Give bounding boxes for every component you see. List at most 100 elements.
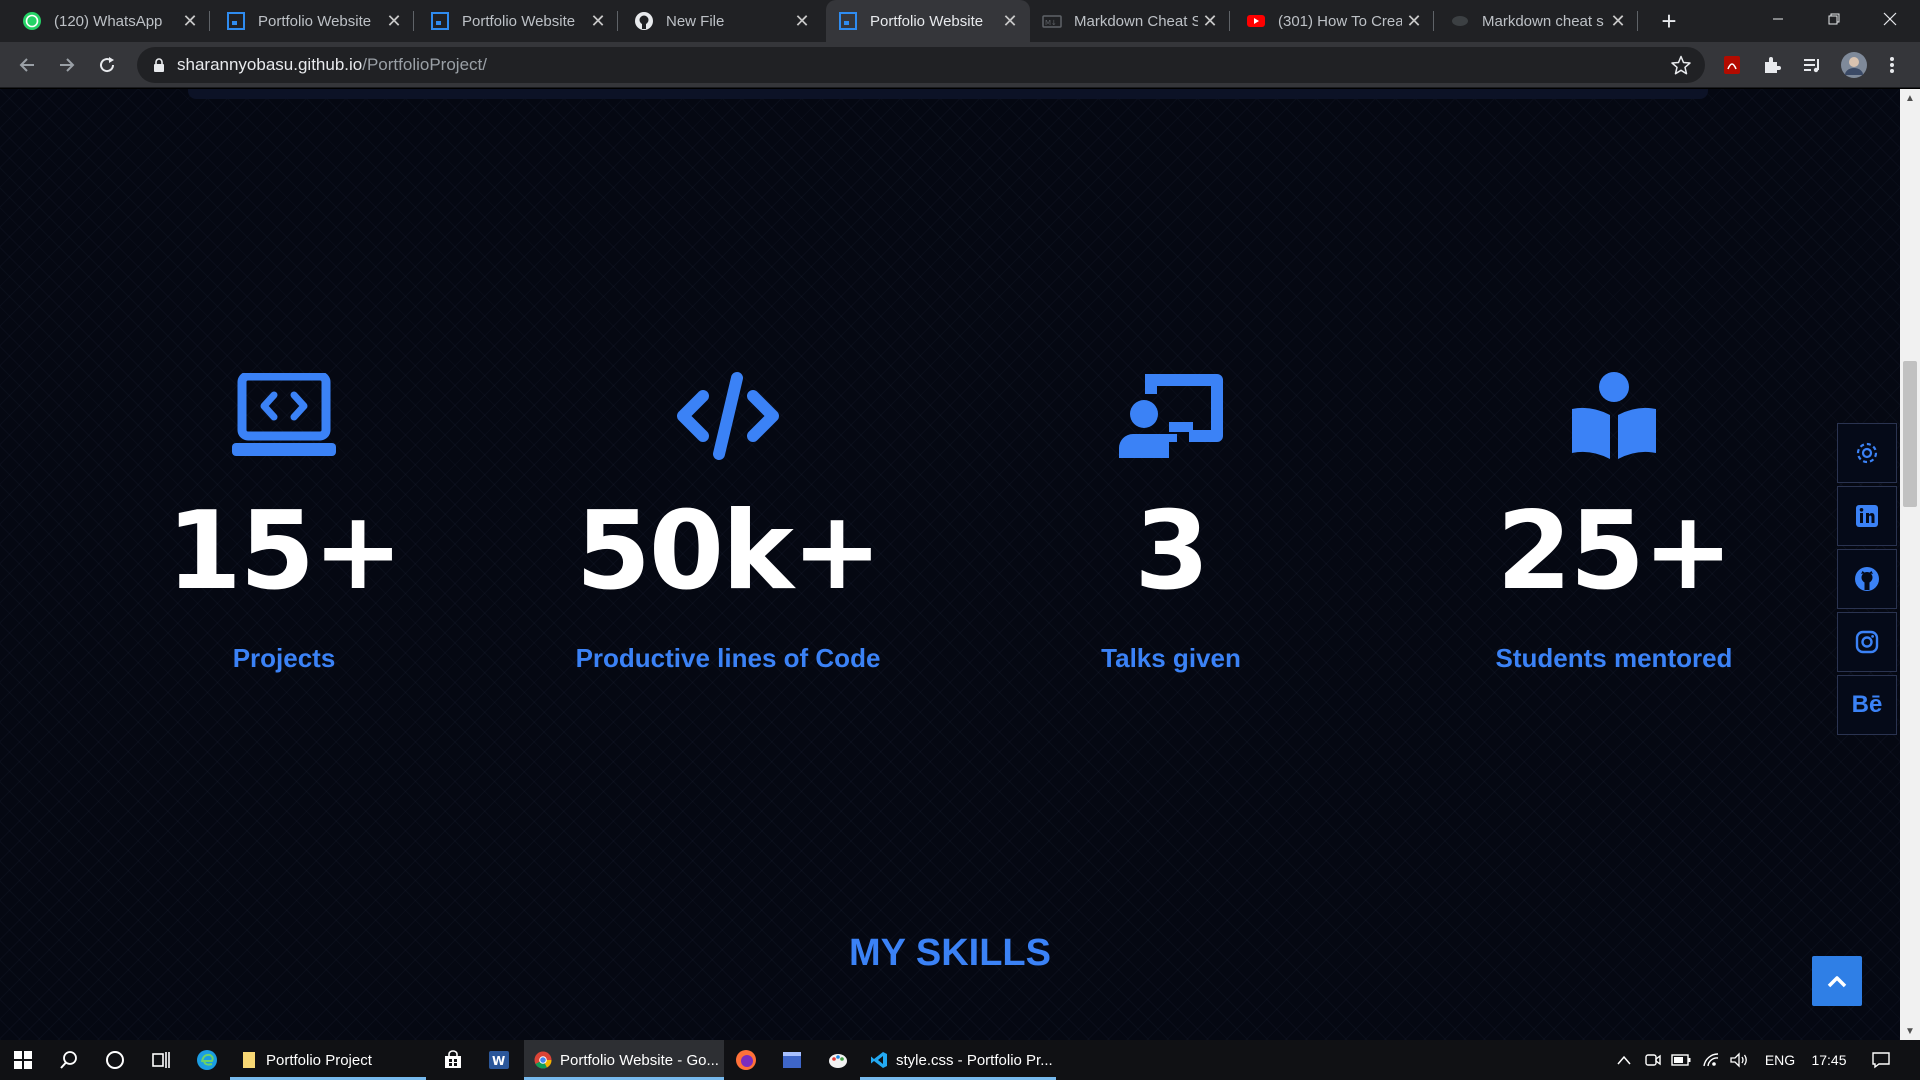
calendar-app-icon [783,1052,801,1068]
clock-time[interactable]: 17:45 [1806,1040,1852,1080]
whatsapp-icon [22,11,42,31]
tab-new-file[interactable]: New File ✕ [622,0,822,42]
address-bar[interactable]: sharannyobasu.github.io/PortfolioProject… [137,47,1705,83]
stat-value: 50k+ [575,489,883,614]
windows-taskbar: Portfolio Project W Portfolio Website - … [0,1040,1920,1080]
page-viewport: 15+ Projects 50k+ Productive lines of Co… [0,89,1900,1040]
volume-icon[interactable] [1726,1040,1752,1080]
browser-toolbar: sharannyobasu.github.io/PortfolioProject… [0,42,1920,88]
pdf-extension-icon[interactable] [1720,53,1744,77]
task-view-icon [152,1052,170,1068]
close-icon[interactable]: ✕ [382,9,406,33]
portfolio-favicon [838,11,858,31]
task-view-button[interactable] [138,1040,184,1080]
tray-overflow-chevron-up-icon[interactable] [1610,1040,1638,1080]
forward-button[interactable] [51,49,83,81]
page-scrollbar[interactable]: ▲ ▼ [1900,89,1920,1040]
close-icon[interactable]: ✕ [178,9,202,33]
reload-button[interactable] [91,49,123,81]
scroll-to-top-button[interactable] [1812,956,1862,1006]
scroll-up-arrow-icon[interactable]: ▲ [1900,89,1920,107]
tab-whatsapp[interactable]: (120) WhatsApp ✕ [10,0,210,42]
paint-taskbar-button[interactable] [815,1040,861,1080]
url-path: /PortfolioProject/ [362,55,487,74]
extensions-puzzle-icon[interactable] [1760,53,1784,77]
word-taskbar-button[interactable]: W [476,1040,522,1080]
lock-icon[interactable] [153,58,165,72]
media-control-icon[interactable] [1800,53,1824,77]
notifications-icon[interactable] [1862,1040,1900,1080]
vscode-icon [870,1051,888,1069]
meet-now-icon[interactable] [1640,1040,1666,1080]
code-icon [508,371,948,461]
chalkboard-teacher-icon [951,371,1391,461]
calendar-taskbar-button[interactable] [769,1040,815,1080]
browser-tab-strip: (120) WhatsApp ✕ Portfolio Website ✕ Por… [0,0,1920,42]
taskbar-app-explorer[interactable]: Portfolio Project [230,1040,426,1080]
new-tab-button[interactable]: + [1655,6,1683,36]
tab-markdown-1[interactable]: M↓ Markdown Cheat S ✕ [1030,0,1230,42]
taskbar-app-label: Portfolio Website - Go... [560,1051,719,1069]
forward-arrow-icon [60,58,75,72]
edge-taskbar-button[interactable] [184,1040,230,1080]
profile-avatar[interactable] [1840,51,1868,79]
chrome-icon [534,1051,552,1069]
input-language[interactable]: ENG [1756,1040,1804,1080]
taskbar-app-chrome[interactable]: Portfolio Website - Go... [524,1040,724,1080]
stat-projects: 15+ Projects [64,371,504,674]
back-button[interactable] [11,49,43,81]
laptop-code-icon [64,371,504,461]
stat-label: Projects [232,643,336,673]
instagram-link[interactable] [1837,612,1897,672]
store-icon [445,1050,461,1068]
instagram-icon [1855,630,1879,654]
skills-heading: MY SKILLS [849,932,1051,974]
tab-title: Portfolio Website [258,12,372,30]
taskbar-app-vscode[interactable]: style.css - Portfolio Pr... [860,1040,1056,1080]
scroll-down-arrow-icon[interactable]: ▼ [1900,1022,1920,1040]
word-icon: W [489,1051,509,1069]
behance-icon: Bē [1851,691,1883,718]
svg-text:W: W [492,1054,505,1068]
cortana-button[interactable] [92,1040,138,1080]
start-button[interactable] [0,1040,46,1080]
close-icon[interactable]: ✕ [1402,9,1426,33]
tab-portfolio-active[interactable]: Portfolio Website ✕ [826,0,1030,42]
minimize-button[interactable] [1750,0,1806,38]
tab-portfolio-1[interactable]: Portfolio Website ✕ [214,0,414,42]
store-taskbar-button[interactable] [430,1040,476,1080]
restore-button[interactable] [1806,0,1862,38]
close-icon[interactable]: ✕ [586,9,610,33]
navbar-edge [188,89,1708,99]
stat-value: 15+ [166,489,404,614]
tab-markdown-2[interactable]: Markdown cheat s ✕ [1438,0,1638,42]
search-button[interactable] [46,1040,92,1080]
portfolio-favicon [226,11,246,31]
close-icon[interactable]: ✕ [1606,9,1630,33]
chrome-menu-icon[interactable] [1880,53,1904,77]
close-window-button[interactable] [1862,0,1918,38]
battery-icon[interactable] [1668,1040,1694,1080]
back-arrow-icon [19,58,34,72]
linkedin-link[interactable] [1837,486,1897,546]
wifi-icon[interactable] [1698,1040,1724,1080]
social-sidebar: Bē [1837,423,1897,738]
settings-button[interactable] [1837,423,1897,483]
stat-value: 25+ [1496,489,1734,614]
scrollbar-thumb[interactable] [1903,361,1917,507]
edge-icon [197,1050,217,1070]
tab-portfolio-2[interactable]: Portfolio Website ✕ [418,0,618,42]
close-icon[interactable]: ✕ [790,9,814,33]
firefox-taskbar-button[interactable] [723,1040,769,1080]
tab-youtube[interactable]: (301) How To Crea ✕ [1234,0,1434,42]
stat-students: 25+ Students mentored [1394,371,1834,674]
github-icon [1855,567,1879,591]
close-icon[interactable]: ✕ [998,9,1022,33]
close-icon[interactable]: ✕ [1198,9,1222,33]
firefox-icon [736,1050,756,1070]
paint-icon [829,1054,847,1068]
cortana-circle-icon [106,1051,124,1069]
bookmark-star-icon[interactable] [1671,55,1691,80]
behance-link[interactable]: Bē [1837,675,1897,735]
github-link[interactable] [1837,549,1897,609]
